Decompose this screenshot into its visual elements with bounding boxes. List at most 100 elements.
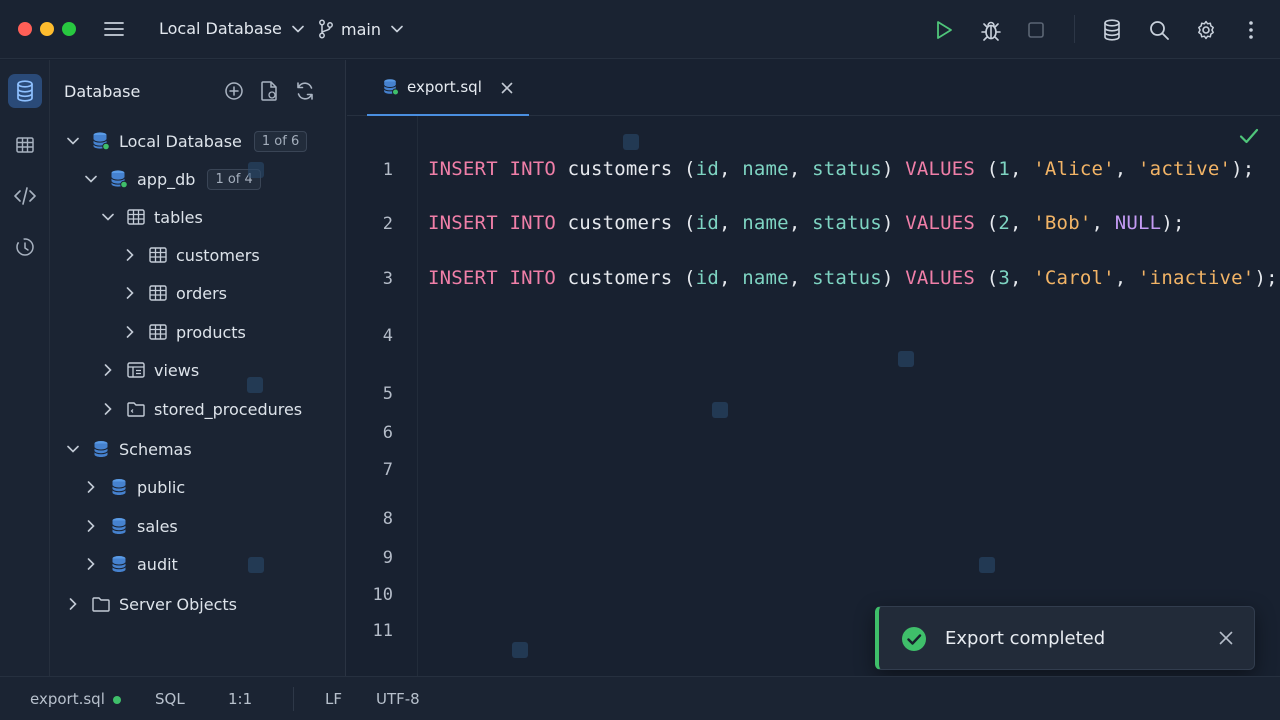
code-token: , (1114, 267, 1139, 289)
code-token: , (788, 267, 813, 289)
run-icon[interactable] (932, 18, 956, 42)
connection-selector[interactable]: Local Database (159, 19, 304, 38)
chevron-right-icon[interactable] (122, 324, 138, 340)
tree-item-server-objects[interactable]: Server Objects (65, 589, 237, 619)
code-token: , (788, 212, 813, 234)
code-line[interactable]: INSERT INTO customers (id, name, status)… (428, 212, 1185, 234)
chevron-down-icon (292, 25, 304, 33)
activity-schema-button[interactable] (8, 230, 42, 264)
tree-item-local-database[interactable]: Local Database 1 of 6 (65, 126, 308, 156)
close-icon[interactable] (499, 80, 515, 96)
tab-export-sql[interactable]: export.sql (367, 60, 529, 116)
watermark-mark (248, 162, 264, 178)
chevron-right-icon[interactable] (83, 479, 99, 495)
code-token: status (812, 267, 882, 289)
code-token: customers ( (556, 212, 696, 234)
line-number: 1 (382, 160, 393, 180)
refresh-icon[interactable] (294, 80, 316, 102)
tree-item-stored-procedures[interactable]: stored_procedures (100, 394, 302, 424)
stop-icon[interactable] (1024, 18, 1048, 42)
menu-icon[interactable] (102, 17, 126, 41)
database-icon[interactable] (1100, 18, 1124, 42)
activity-code-button[interactable] (8, 179, 42, 213)
chevron-right-icon[interactable] (100, 362, 116, 378)
chevron-down-icon (391, 25, 403, 33)
status-language[interactable]: SQL (155, 690, 185, 708)
code-line[interactable]: INSERT INTO customers (id, name, status)… (428, 267, 1278, 289)
code-token: 'Carol' (1033, 267, 1115, 289)
tree-item-schemas[interactable]: Schemas (65, 434, 192, 464)
tree-item-customers[interactable]: customers (122, 240, 260, 270)
code-token: ) (881, 267, 906, 289)
folder-icon (91, 594, 111, 614)
watermark-mark (247, 377, 263, 393)
check-icon (1239, 128, 1259, 144)
tree-item-label: Local Database (119, 131, 242, 151)
tree-item-label: products (176, 322, 246, 342)
table-icon (126, 207, 146, 227)
schema-icon (15, 237, 35, 257)
chevron-down-icon[interactable] (83, 171, 99, 187)
code-token: id (695, 267, 719, 289)
editor-tab-bar: export.sql (347, 60, 1280, 116)
branch-selector[interactable]: main (318, 19, 403, 39)
code-token: , (718, 212, 743, 234)
search-icon[interactable] (1147, 18, 1171, 42)
status-line-ending[interactable]: LF (325, 690, 342, 708)
more-vertical-icon[interactable] (1239, 18, 1263, 42)
chevron-right-icon[interactable] (122, 285, 138, 301)
status-cursor-position[interactable]: 1:1 (228, 690, 252, 708)
tree-item-products[interactable]: products (122, 317, 246, 347)
tree-item-label: tables (154, 207, 203, 227)
chevron-right-icon[interactable] (100, 401, 116, 417)
saved-status-dot (113, 696, 121, 704)
add-connection-icon[interactable] (223, 80, 245, 102)
folder-code-icon (126, 399, 146, 419)
line-number: 6 (382, 423, 393, 443)
code-token: ( (975, 158, 999, 180)
code-token: status (812, 158, 882, 180)
tree-item-tables[interactable]: tables (100, 202, 203, 232)
status-file[interactable]: export.sql (30, 690, 105, 708)
table-icon (16, 137, 34, 153)
chevron-right-icon[interactable] (83, 518, 99, 534)
tree-item-public[interactable]: public (83, 472, 185, 502)
gear-icon[interactable] (1194, 18, 1218, 42)
tree-item-sales[interactable]: sales (83, 511, 178, 541)
sql-file-icon (383, 78, 399, 96)
window-close-button[interactable] (18, 22, 32, 36)
line-number: 2 (382, 214, 393, 234)
code-token: 'Alice' (1033, 158, 1115, 180)
new-file-icon[interactable] (258, 80, 280, 102)
line-number: 7 (382, 460, 393, 480)
chevron-right-icon[interactable] (83, 556, 99, 572)
activity-table-button[interactable] (8, 128, 42, 162)
activity-database-button[interactable] (8, 74, 42, 108)
code-line[interactable]: INSERT INTO customers (id, name, status)… (428, 158, 1254, 180)
line-number: 10 (372, 585, 393, 605)
tree-item-views[interactable]: views (100, 355, 199, 385)
chevron-right-icon[interactable] (65, 596, 81, 612)
tree-item-app-db[interactable]: app_db 1 of 4 (83, 164, 261, 194)
code-token: , (718, 267, 743, 289)
code-token: VALUES (905, 267, 976, 289)
chevron-right-icon[interactable] (122, 247, 138, 263)
database-icon (16, 80, 34, 102)
status-encoding[interactable]: UTF-8 (376, 690, 420, 708)
close-icon[interactable] (1217, 629, 1235, 647)
window-zoom-button[interactable] (62, 22, 76, 36)
code-token: 3 (998, 267, 1010, 289)
chevron-down-icon[interactable] (65, 441, 81, 457)
code-token: customers ( (556, 158, 696, 180)
tree-item-audit[interactable]: audit (83, 549, 178, 579)
code-token: id (695, 212, 719, 234)
tree-item-orders[interactable]: orders (122, 278, 227, 308)
window-minimize-button[interactable] (40, 22, 54, 36)
code-token: ) (881, 212, 906, 234)
gutter-divider (417, 116, 418, 676)
tree-item-label: sales (137, 516, 178, 536)
chevron-down-icon[interactable] (100, 209, 116, 225)
debug-icon[interactable] (979, 18, 1003, 42)
database-icon (91, 439, 111, 459)
chevron-down-icon[interactable] (65, 133, 81, 149)
